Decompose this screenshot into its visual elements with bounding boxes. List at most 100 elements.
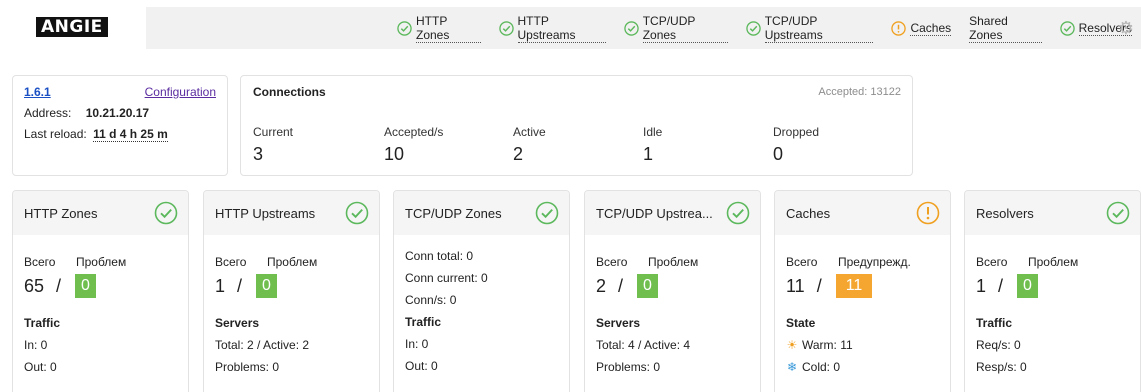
server-info-card: 1.6.1 Configuration Address: 10.21.20.17… <box>12 75 228 176</box>
resolvers-card[interactable]: Resolvers Всего Проблем 1 / 0 Traffic Req/s… <box>964 190 1141 392</box>
gear-icon[interactable]: ⚙ <box>1111 7 1141 49</box>
nav-http-zones[interactable]: HTTP Zones <box>388 7 490 49</box>
nav-tabs: HTTP Zones HTTP Upstreams TCP/UDP Zones … <box>388 7 1141 49</box>
traffic-out: Out: 0 <box>24 360 57 374</box>
check-circle-icon <box>623 20 639 36</box>
problem-label: Проблем <box>76 255 127 269</box>
traffic-in: In: 0 <box>405 337 429 351</box>
cache-warm: ☀ Warm: 11 <box>786 338 939 352</box>
problems-badge: 0 <box>637 274 658 298</box>
cache-cold: ❄ Cold: 0 <box>786 360 939 374</box>
conn-current: Conn current: 0 <box>405 271 488 285</box>
total-label: Всего <box>24 255 56 269</box>
stat-value: 1 <box>643 144 654 164</box>
card-header: Resolvers <box>965 191 1140 235</box>
stat-label: Dropped <box>773 125 820 139</box>
http-upstreams-card[interactable]: HTTP Upstreams Всего Проблем 1/0 Servers … <box>203 190 380 392</box>
section-title: State <box>786 316 816 330</box>
reload-value[interactable]: 11 d 4 h 25 m <box>93 127 168 142</box>
check-circle-icon <box>397 20 412 36</box>
problems-badge: 0 <box>1017 274 1038 298</box>
nav-label: TCP/UDP Upstreams <box>764 14 874 43</box>
card-title: Resolvers <box>976 205 1034 221</box>
logo-area: ANGIE <box>8 7 146 49</box>
sun-icon: ☀ <box>786 338 798 352</box>
check-circle-icon <box>745 20 761 36</box>
conn-stat-accepted-rate: Accepted/s 10 <box>384 125 443 165</box>
nav-label: HTTP Upstreams <box>517 14 606 43</box>
separator: / <box>237 275 243 296</box>
separator: / <box>56 275 62 296</box>
stat-label: Active <box>513 125 546 139</box>
check-circle-icon <box>535 201 559 225</box>
configuration-link[interactable]: Configuration <box>145 85 216 99</box>
separator: / <box>998 275 1004 296</box>
total-label: Всего <box>596 255 628 269</box>
card-header: TCP/UDP Upstrea... <box>585 191 760 235</box>
stat-value: 3 <box>253 144 264 164</box>
responses-rate: Resp/s: 0 <box>976 360 1027 374</box>
nav-http-upstreams[interactable]: HTTP Upstreams <box>490 7 615 49</box>
warnings-badge: 11 <box>835 274 873 298</box>
conn-rate: Conn/s: 0 <box>405 293 457 307</box>
tcp-udp-zones-card[interactable]: TCP/UDP Zones Conn total: 0 Conn current… <box>393 190 570 392</box>
total-value: 11 <box>786 275 805 296</box>
nav-label: Shared Zones <box>969 14 1042 43</box>
problems-badge: 0 <box>75 274 96 298</box>
nav-tcp-zones[interactable]: TCP/UDP Zones <box>615 7 737 49</box>
caches-card[interactable]: Caches Всего Предупрежд. 11 / 11 State ☀ War… <box>774 190 951 392</box>
snowflake-icon: ❄ <box>786 360 798 374</box>
http-zones-card[interactable]: HTTP Zones Всего Проблем 65 / 0 Traffic In:… <box>12 190 189 392</box>
cold-value: Cold: 0 <box>802 360 841 374</box>
problem-label: Проблем <box>648 255 699 269</box>
total-value: 1 <box>215 275 226 296</box>
warning-circle-icon <box>891 20 907 36</box>
warning-label: Предупрежд. <box>838 255 911 269</box>
card-header: TCP/UDP Zones <box>394 191 569 235</box>
stat-label: Idle <box>643 125 663 139</box>
check-circle-icon <box>154 201 178 225</box>
card-title: HTTP Zones <box>24 205 98 221</box>
section-title: Traffic <box>24 316 61 330</box>
section-title: Servers <box>215 316 260 330</box>
card-title: HTTP Upstreams <box>215 205 316 221</box>
check-circle-icon <box>726 201 750 225</box>
nav-label: HTTP Zones <box>416 14 481 43</box>
separator: / <box>618 275 624 296</box>
version-link[interactable]: 1.6.1 <box>24 85 51 99</box>
card-title: Caches <box>786 205 831 221</box>
card-header: HTTP Zones <box>13 191 188 235</box>
total-value: 2 <box>596 275 607 296</box>
total-label: Всего <box>976 255 1008 269</box>
nav-tcp-upstreams[interactable]: TCP/UDP Upstreams <box>737 7 883 49</box>
check-circle-icon <box>498 20 514 36</box>
angie-logo[interactable]: ANGIE <box>36 17 108 37</box>
connections-card: Connections Accepted: 13122 Current 3 Ac… <box>240 75 913 176</box>
section-title: Traffic <box>405 315 442 329</box>
check-circle-icon <box>1106 201 1130 225</box>
nav-label: Caches <box>910 20 952 36</box>
reload-label: Last reload: <box>24 127 87 141</box>
address-label: Address: <box>24 106 72 120</box>
check-circle-icon <box>1059 20 1075 36</box>
nav-label: TCP/UDP Zones <box>642 14 728 43</box>
nav-caches[interactable]: Caches <box>882 7 960 49</box>
problems-badge: 0 <box>256 274 277 298</box>
conn-stat-idle: Idle 1 <box>643 125 662 165</box>
problem-label: Проблем <box>267 255 318 269</box>
card-title: TCP/UDP Zones <box>405 205 502 221</box>
nav-shared-zones[interactable]: Shared Zones <box>960 7 1051 49</box>
servers-total: Total: 2 / Active: 2 <box>215 338 310 352</box>
tcp-udp-upstreams-card[interactable]: TCP/UDP Upstrea... Всего Проблем 2 / 0 Serv… <box>584 190 761 392</box>
separator: / <box>816 275 822 296</box>
address-value: 10.21.20.17 <box>85 106 150 120</box>
stat-value: 0 <box>773 144 784 164</box>
section-title: Servers <box>596 316 641 330</box>
conn-stat-active: Active 2 <box>513 125 546 165</box>
servers-problems: Problems: 0 <box>596 360 661 374</box>
stat-label: Accepted/s <box>384 125 444 139</box>
warning-circle-icon <box>916 201 940 225</box>
total-label: Всего <box>215 255 247 269</box>
card-header: HTTP Upstreams <box>204 191 379 235</box>
servers-problems: Problems: 0 <box>215 360 280 374</box>
